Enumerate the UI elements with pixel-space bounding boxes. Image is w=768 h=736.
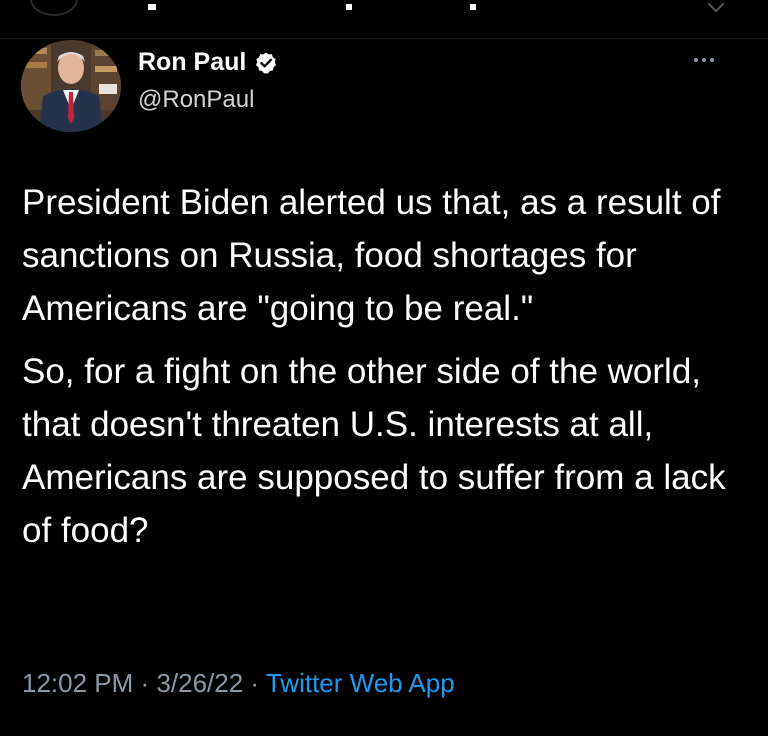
- chevron-down-icon[interactable]: [707, 0, 725, 13]
- verified-badge-icon: [256, 52, 277, 73]
- more-dot: [702, 58, 706, 62]
- meta-separator: ·: [250, 668, 260, 698]
- header-text-fragment: [470, 4, 476, 10]
- tweet-date[interactable]: 3/26/22: [156, 668, 243, 698]
- tweet-source[interactable]: Twitter Web App: [266, 668, 455, 698]
- author-handle[interactable]: @RonPaul: [138, 86, 254, 114]
- more-dot: [710, 58, 714, 62]
- header-text-fragment: [346, 4, 352, 10]
- tweet-body: President Biden alerted us that, as a re…: [22, 176, 742, 567]
- tweet-paragraph: So, for a fight on the other side of the…: [22, 352, 726, 550]
- author-display-name[interactable]: Ron Paul: [138, 48, 246, 77]
- avatar-photo: [21, 40, 121, 132]
- tweet-metadata: 12:02 PM · 3/26/22 · Twitter Web App: [22, 668, 455, 699]
- header-text-fragment: [148, 4, 156, 10]
- tweet-paragraph: President Biden alerted us that, as a re…: [22, 183, 721, 328]
- tweet-time[interactable]: 12:02 PM: [22, 668, 133, 698]
- top-bar: [0, 0, 768, 39]
- author-name-row[interactable]: Ron Paul: [138, 48, 278, 77]
- more-options-icon[interactable]: [694, 58, 714, 62]
- more-dot: [694, 58, 698, 62]
- meta-separator: ·: [140, 668, 150, 698]
- avatar[interactable]: [21, 40, 121, 132]
- back-arrow-icon[interactable]: [30, 0, 78, 16]
